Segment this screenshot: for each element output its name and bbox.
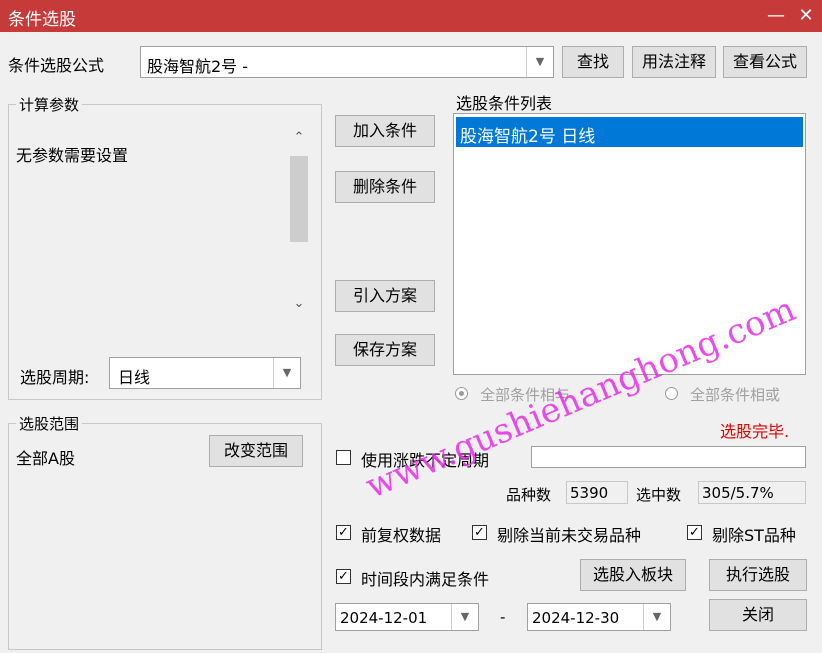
add-to-board-button[interactable]: 选股入板块: [580, 559, 686, 591]
adjusted-label: 前复权数据: [361, 526, 442, 545]
check-icon: ✓: [689, 525, 700, 540]
adjusted-checkbox[interactable]: ✓: [336, 525, 351, 540]
chevron-down-icon[interactable]: ▼: [273, 358, 300, 388]
selected-count-box: 305/5.7%: [698, 481, 806, 504]
view-formula-button[interactable]: 查看公式: [723, 46, 807, 78]
params-scrollbar[interactable]: ⌃ ⌄: [287, 128, 311, 320]
stock-count-label: 品种数: [506, 486, 552, 504]
formula-select[interactable]: 股海智航2号 - ▼: [140, 46, 554, 78]
import-plan-button[interactable]: 引入方案: [335, 280, 435, 312]
scroll-down-icon[interactable]: ⌄: [287, 296, 311, 311]
status-text: 选股完毕.: [720, 422, 790, 441]
exclude-st-label: 剔除ST品种: [712, 526, 796, 545]
end-date-value: 2024-12-30: [532, 609, 620, 627]
variable-period-label: 使用涨跌不定周期: [361, 451, 490, 470]
add-condition-button[interactable]: 加入条件: [335, 115, 435, 147]
title-bar: 条件选股 — ✕: [0, 0, 822, 32]
or-radio[interactable]: [665, 387, 678, 400]
check-icon: ✓: [338, 569, 349, 584]
save-plan-button[interactable]: 保存方案: [335, 334, 435, 366]
check-icon: ✓: [338, 525, 349, 540]
and-label: 全部条件相与: [480, 386, 571, 404]
selected-count-label: 选中数: [636, 486, 682, 504]
check-icon: ✓: [474, 525, 485, 540]
list-item[interactable]: 股海智航2号 日线: [456, 117, 803, 147]
remove-condition-button[interactable]: 删除条件: [335, 171, 435, 203]
period-label: 选股周期:: [20, 368, 90, 387]
end-date-input[interactable]: 2024-12-30 ▼: [527, 603, 671, 631]
stock-count-box: 5390: [566, 481, 628, 504]
params-message: 无参数需要设置: [16, 146, 129, 165]
close-button[interactable]: 关闭: [709, 599, 807, 631]
condition-list[interactable]: 股海智航2号 日线: [453, 113, 806, 375]
or-label: 全部条件相或: [690, 386, 781, 404]
exclude-suspended-label: 剔除当前未交易品种: [497, 526, 642, 545]
chevron-down-icon[interactable]: ▼: [526, 47, 553, 77]
formula-select-value: 股海智航2号 -: [147, 57, 249, 76]
exclude-suspended-checkbox[interactable]: ✓: [472, 525, 487, 540]
time-range-checkbox[interactable]: ✓: [336, 569, 351, 584]
exclude-st-checkbox[interactable]: ✓: [687, 525, 702, 540]
range-value: 全部A股: [16, 449, 75, 468]
range-legend: 选股范围: [16, 413, 83, 434]
period-select[interactable]: 日线 ▼: [109, 357, 301, 389]
variable-period-input[interactable]: [531, 446, 806, 468]
chevron-down-icon[interactable]: ▼: [643, 604, 670, 630]
list-item-label: 股海智航2号 日线: [460, 127, 596, 147]
time-range-label: 时间段内满足条件: [361, 570, 490, 589]
chevron-down-icon[interactable]: ▼: [451, 604, 478, 630]
selected-count-value: 305/5.7%: [702, 484, 774, 502]
find-button[interactable]: 查找: [562, 46, 624, 78]
params-legend: 计算参数: [16, 94, 83, 115]
params-area: 无参数需要设置 ⌃ ⌄: [12, 128, 312, 320]
minimize-button[interactable]: —: [764, 4, 788, 28]
period-select-value: 日线: [118, 368, 151, 387]
date-separator: -: [500, 608, 506, 626]
scroll-thumb[interactable]: [290, 156, 308, 242]
start-date-input[interactable]: 2024-12-01 ▼: [335, 603, 479, 631]
stock-count-value: 5390: [570, 484, 609, 502]
window-title: 条件选股: [8, 10, 76, 30]
condition-list-legend: 选股条件列表: [456, 94, 553, 113]
and-radio[interactable]: [455, 387, 468, 400]
variable-period-checkbox[interactable]: [336, 450, 351, 465]
formula-label: 条件选股公式: [8, 56, 105, 75]
scroll-up-icon[interactable]: ⌃: [287, 130, 311, 145]
usage-notes-button[interactable]: 用法注释: [632, 46, 716, 78]
execute-button[interactable]: 执行选股: [709, 559, 807, 591]
change-range-button[interactable]: 改变范围: [209, 435, 303, 467]
close-window-button[interactable]: ✕: [794, 4, 818, 28]
start-date-value: 2024-12-01: [340, 609, 428, 627]
